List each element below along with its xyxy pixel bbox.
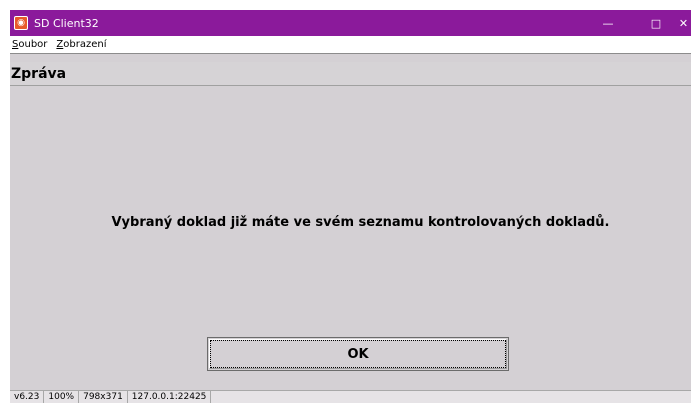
app-window: ◉ SD Client32 — □ ✕ Soubor Zobrazení Zpr… bbox=[10, 10, 691, 403]
status-zoom: 100% bbox=[44, 390, 80, 403]
menu-divider bbox=[10, 53, 691, 54]
message-panel: Vybraný doklad již máte ve svém seznamu … bbox=[10, 87, 691, 390]
maximize-button[interactable]: □ bbox=[638, 10, 674, 36]
app-icon[interactable]: ◉ bbox=[14, 16, 28, 30]
status-address: 127.0.0.1:22425 bbox=[128, 390, 212, 403]
message-text: Vybraný doklad již máte ve svém seznamu … bbox=[111, 215, 610, 230]
title-bar[interactable]: ◉ SD Client32 — □ ✕ bbox=[10, 10, 691, 36]
minimize-button[interactable]: — bbox=[590, 10, 626, 36]
page-title: Zpráva bbox=[10, 62, 691, 86]
ok-button[interactable]: OK bbox=[207, 337, 509, 371]
close-button[interactable]: ✕ bbox=[676, 10, 691, 36]
menu-bar: Soubor Zobrazení bbox=[10, 36, 691, 53]
menu-zobrazeni[interactable]: Zobrazení bbox=[56, 39, 106, 50]
window-title: SD Client32 bbox=[34, 16, 99, 30]
menu-soubor-rest: oubor bbox=[18, 39, 48, 50]
menu-zobrazeni-rest: obrazení bbox=[63, 39, 107, 50]
menu-soubor[interactable]: Soubor bbox=[12, 39, 47, 50]
status-resolution: 798x371 bbox=[79, 390, 128, 403]
status-bar: v6.23 100% 798x371 127.0.0.1:22425 bbox=[10, 390, 691, 403]
status-version: v6.23 bbox=[10, 390, 45, 403]
